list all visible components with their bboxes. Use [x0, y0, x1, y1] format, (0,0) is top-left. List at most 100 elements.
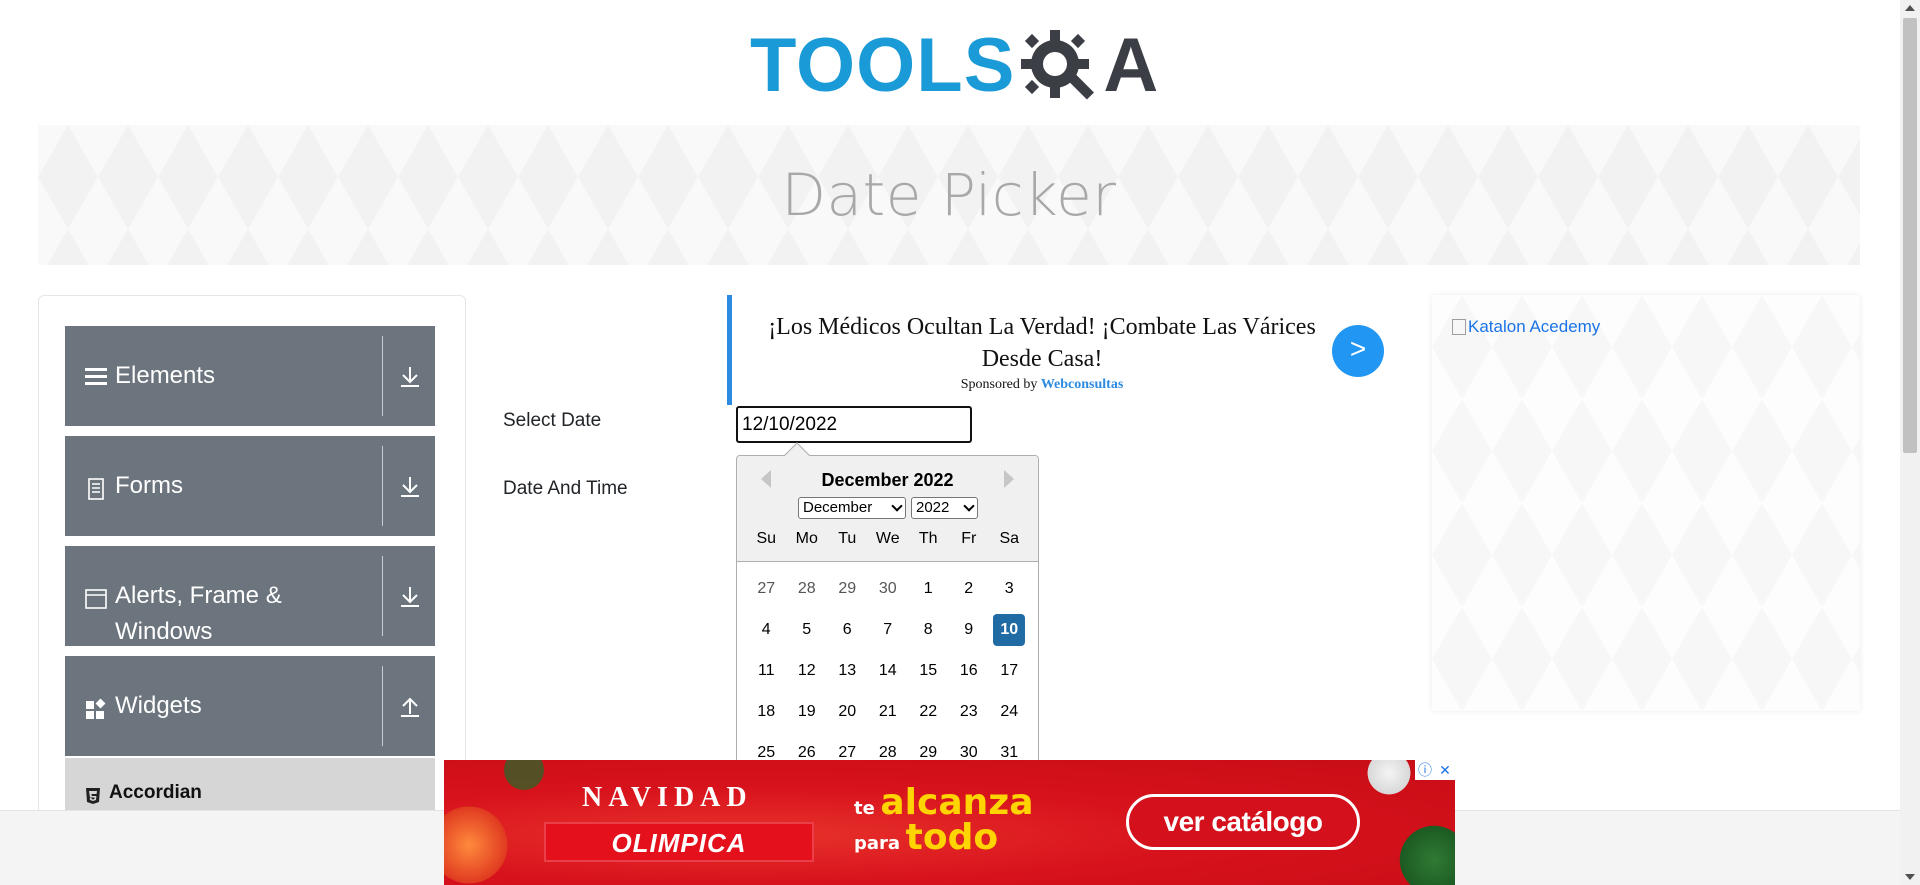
document-icon [88, 478, 104, 500]
datepicker-month-grid: 27 28 29 30 1 2 3 4 5 6 7 8 9 10 11 12 13 14 15 16 17 18 19 20 2… [746, 575, 1030, 780]
weekday-label: Fr [961, 530, 977, 547]
sidebar-group-alerts-frame-windows[interactable]: Alerts, Frame & Windows [65, 546, 435, 646]
datepicker-day[interactable]: 9 [949, 616, 990, 657]
datepicker-day-number: 27 [757, 580, 776, 597]
gear-magnifier-icon [1021, 29, 1095, 100]
divider [382, 446, 383, 526]
upload-icon[interactable] [397, 694, 423, 720]
datepicker-day-number: 2 [964, 580, 974, 597]
sponsored-ad[interactable]: ¡Los Médicos Ocultan La Verdad! ¡Combate… [727, 295, 1387, 405]
sidebar-group-label: Alerts, Frame & [115, 582, 282, 609]
datepicker-day[interactable]: 15 [908, 657, 949, 698]
ver-catalogo-button[interactable]: ver catálogo [1126, 794, 1360, 850]
divider [382, 336, 383, 416]
datepicker-header: December 2022 December 2022 Su Mo Tu We … [737, 456, 1038, 562]
scroll-up-icon[interactable] [1905, 5, 1915, 11]
next-month-icon[interactable] [1004, 470, 1014, 488]
sidebar-item-accordian[interactable]: Accordian [65, 758, 435, 818]
datepicker-day[interactable]: 8 [908, 616, 949, 657]
sidebar-group-label-line2: Windows [115, 618, 213, 645]
datepicker-day-number: 30 [959, 744, 978, 761]
datepicker-day[interactable]: 18 [746, 698, 787, 739]
datepicker-day[interactable]: 12 [787, 657, 828, 698]
window-icon [85, 589, 107, 609]
ad-headline[interactable]: ¡Los Médicos Ocultan La Verdad! ¡Combate… [752, 311, 1332, 375]
select-date-input[interactable] [736, 406, 972, 443]
widgets-icon [86, 698, 106, 719]
datepicker-day[interactable]: 22 [908, 698, 949, 739]
ad-sponsor-link[interactable]: Webconsultas [1041, 377, 1123, 392]
ad-close-icon[interactable]: ✕ [1435, 760, 1455, 780]
datepicker-week-row: 18 19 20 21 22 23 24 [746, 698, 1030, 739]
datepicker-day[interactable]: 17 [989, 657, 1030, 698]
datepicker-day[interactable]: 29 [827, 575, 868, 616]
download-icon[interactable] [397, 584, 423, 610]
datepicker-day[interactable]: 28 [787, 575, 828, 616]
scrollbar-thumb[interactable] [1903, 18, 1917, 453]
datepicker-day[interactable]: 14 [868, 657, 909, 698]
year-select[interactable]: 2022 [911, 497, 978, 519]
divider [382, 666, 383, 746]
olimpica-logo: OLIMPICA [544, 822, 814, 862]
sidebar-group-widgets[interactable]: Widgets [65, 656, 435, 756]
datepicker-day-number: 14 [878, 662, 897, 679]
select-date-label: Select Date [503, 410, 602, 431]
datepicker-day[interactable]: 4 [746, 616, 787, 657]
datepicker-day[interactable]: 19 [787, 698, 828, 739]
datepicker-day-number: 22 [919, 703, 938, 720]
ad-go-button[interactable]: > [1332, 325, 1384, 377]
datepicker-day[interactable]: 7 [868, 616, 909, 657]
datepicker-day[interactable]: 16 [949, 657, 990, 698]
datepicker-day-number: 29 [919, 744, 938, 761]
datepicker-day[interactable]: 21 [868, 698, 909, 739]
datepicker-day[interactable]: 1 [908, 575, 949, 616]
datepicker-day-number: 11 [757, 662, 775, 679]
datepicker-day-number: 31 [1000, 744, 1019, 761]
ad-slogan-part: todo [905, 817, 999, 858]
logo-tools-text: TOOLS [750, 23, 1016, 108]
datepicker-day[interactable]: 27 [746, 575, 787, 616]
scroll-down-icon[interactable] [1905, 874, 1915, 880]
bottom-banner-ad[interactable]: NAVIDAD OLIMPICA te alcanza para todo ve… [444, 760, 1455, 885]
datepicker-day-selected[interactable]: 10 [989, 614, 1030, 657]
datepicker-day-number: 17 [1000, 662, 1019, 679]
toolsqa-logo[interactable]: TOOLS A [750, 18, 1159, 113]
datepicker-day[interactable]: 13 [827, 657, 868, 698]
sidebar-group-label: Elements [115, 362, 216, 389]
datepicker-day[interactable]: 11 [746, 657, 787, 698]
datepicker-day[interactable]: 23 [949, 698, 990, 739]
datepicker-day[interactable]: 24 [989, 698, 1030, 739]
divider [382, 556, 383, 636]
datepicker-day-number: 10 [993, 614, 1026, 646]
ad-navidad-text: NAVIDAD [582, 782, 753, 813]
datepicker-day-number: 18 [757, 703, 776, 720]
datepicker-day[interactable]: 20 [827, 698, 868, 739]
datepicker-day[interactable]: 5 [787, 616, 828, 657]
sidebar-group-label: Widgets [115, 692, 202, 719]
page-scrollbar[interactable] [1900, 0, 1920, 885]
sidebar-group-forms[interactable]: Forms [65, 436, 435, 536]
broken-image-alt[interactable]: Katalon Acedemy [1452, 317, 1600, 337]
page-title: Date Picker [781, 161, 1117, 229]
ad-sponsored-line: Sponsored by Webconsultas [752, 377, 1332, 393]
datepicker-day[interactable]: 2 [949, 575, 990, 616]
datepicker-day[interactable]: 3 [989, 575, 1030, 616]
month-select[interactable]: December [798, 497, 906, 519]
html5-icon [86, 788, 100, 804]
download-icon[interactable] [397, 474, 423, 500]
datepicker-day-number: 27 [838, 744, 857, 761]
side-ad-image[interactable]: Katalon Acedemy [1432, 295, 1860, 711]
datepicker-day-number: 9 [964, 621, 974, 638]
logo-qa-text: A [1103, 23, 1160, 108]
weekday-label: Sa [999, 530, 1020, 547]
sidebar-item-label: Accordian [109, 782, 202, 803]
datepicker-day-number: 21 [878, 703, 897, 720]
ad-info-icon[interactable]: ⓘ [1415, 760, 1435, 780]
sidebar-group-elements[interactable]: Elements [65, 326, 435, 426]
datepicker-day[interactable]: 6 [827, 616, 868, 657]
download-icon[interactable] [397, 364, 423, 390]
datepicker-current-month: December 2022 [821, 470, 954, 490]
broken-image-icon [1452, 319, 1466, 335]
weekday-label: Tu [838, 530, 857, 547]
datepicker-day[interactable]: 30 [868, 575, 909, 616]
